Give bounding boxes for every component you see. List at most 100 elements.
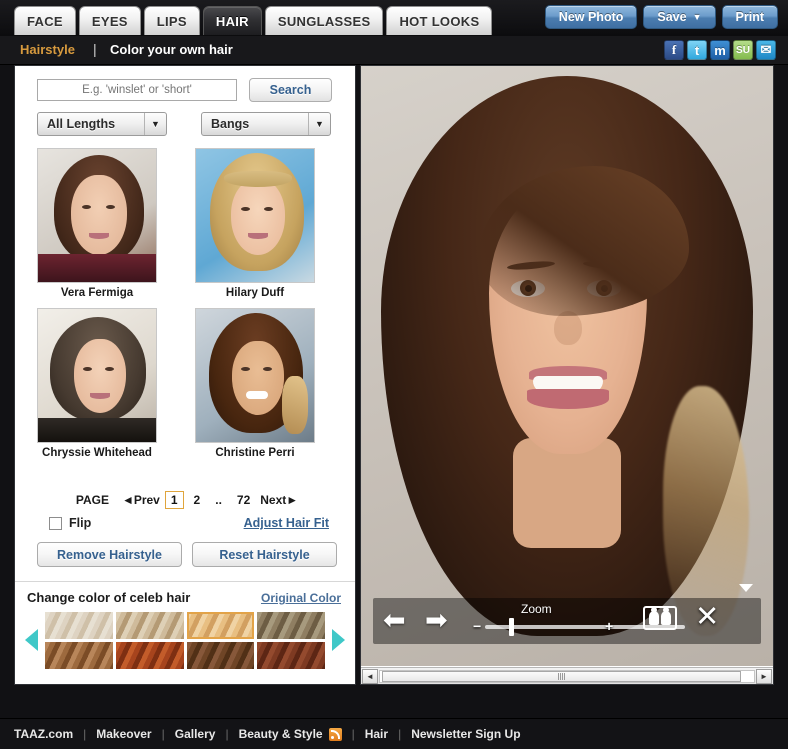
footer-separator: |	[351, 727, 355, 741]
search-button[interactable]: Search	[249, 78, 332, 102]
swatch-prev-arrow-icon[interactable]	[25, 629, 38, 651]
scroll-left-button[interactable]: ◄	[362, 668, 378, 684]
pagination-prev[interactable]: ◄Prev	[122, 493, 160, 507]
new-photo-button[interactable]: New Photo	[544, 5, 638, 29]
adjust-hair-fit-link[interactable]: Adjust Hair Fit	[244, 516, 329, 530]
rss-icon[interactable]	[328, 727, 342, 741]
facebook-glyph: f	[671, 42, 677, 57]
footer-link-newsletter[interactable]: Newsletter Sign Up	[411, 727, 520, 741]
hairstyle-action-buttons: Remove Hairstyle Reset Hairstyle	[37, 542, 337, 567]
tab-hot-looks-label: HOT LOOKS	[399, 13, 480, 29]
length-filter-label: All Lengths	[47, 117, 116, 131]
hair-color-heading: Change color of celeb hair	[27, 590, 191, 605]
chevron-down-icon: ▼	[144, 113, 166, 135]
myspace-glyph: m	[714, 42, 726, 58]
thumbnail-caption: Vera Fermiga	[60, 287, 134, 299]
original-color-link[interactable]: Original Color	[261, 591, 341, 605]
length-filter-dropdown[interactable]: All Lengths ▼	[37, 112, 167, 136]
scrollbar-thumb[interactable]	[382, 670, 742, 682]
thumbnail-caption: Christine Perri	[215, 447, 295, 459]
color-swatch-platinum-blonde[interactable]	[45, 612, 113, 639]
twitter-icon[interactable]: t	[687, 40, 707, 60]
tab-lips[interactable]: LIPS	[143, 6, 200, 35]
facebook-icon[interactable]: f	[664, 40, 684, 60]
color-swatch-medium-brown[interactable]	[186, 642, 255, 669]
footer-link-beauty-style[interactable]: Beauty & Style	[239, 727, 323, 741]
zoom-out-icon[interactable]: −	[473, 618, 481, 634]
tab-hair[interactable]: HAIR	[202, 6, 262, 35]
pagination-page-72[interactable]: 72	[232, 492, 255, 508]
category-tabs: FACE EYES LIPS HAIR SUNGLASSES HOT LOOKS	[14, 6, 495, 35]
model-photo[interactable]: ⬅ ➡ Zoom − + ✕	[361, 66, 773, 666]
scroll-right-button[interactable]: ►	[756, 668, 772, 684]
footer-link-makeover[interactable]: Makeover	[96, 727, 151, 741]
tab-sunglasses[interactable]: SUNGLASSES	[264, 6, 384, 35]
sub-navigation: Hairstyle | Color your own hair f t m SU…	[0, 36, 788, 65]
myspace-icon[interactable]: m	[710, 40, 730, 60]
stumbleupon-glyph: SU	[736, 44, 750, 56]
stumbleupon-icon[interactable]: SU	[733, 40, 753, 60]
color-swatch-dark-blonde[interactable]	[257, 612, 325, 639]
footer-separator: |	[83, 727, 87, 741]
footer-link-taaz[interactable]: TAAZ.com	[14, 727, 73, 741]
app-root: FACE EYES LIPS HAIR SUNGLASSES HOT LOOKS…	[0, 0, 788, 749]
thumbnail-row: Vera Fermiga Hilary Duff	[37, 148, 327, 299]
tab-face[interactable]: FACE	[14, 6, 76, 35]
breadcrumb-hairstyle[interactable]: Hairstyle	[20, 42, 75, 57]
email-glyph: ✉	[760, 42, 772, 57]
remove-hairstyle-button[interactable]: Remove Hairstyle	[37, 542, 182, 567]
photo-preview-panel: ⬅ ➡ Zoom − + ✕ ◄ ►	[360, 65, 774, 685]
chevron-down-icon: ▼	[308, 113, 330, 135]
flip-row: Flip Adjust Hair Fit	[37, 516, 337, 536]
previous-arrow-icon[interactable]: ⬅	[383, 607, 406, 634]
thumbnail-item[interactable]: Vera Fermiga	[37, 148, 157, 299]
reset-hairstyle-button[interactable]: Reset Hairstyle	[192, 542, 337, 567]
thumbnail-image	[37, 148, 157, 283]
color-swatch-dark-auburn[interactable]	[257, 642, 325, 669]
zoom-slider-handle[interactable]	[509, 618, 514, 636]
compare-faces-icon[interactable]	[643, 606, 677, 630]
pagination-ellipsis: ..	[215, 493, 222, 507]
page-title: Color your own hair	[110, 42, 233, 57]
footer-link-gallery[interactable]: Gallery	[175, 727, 216, 741]
email-icon[interactable]: ✉	[756, 40, 776, 60]
flip-checkbox[interactable]	[49, 517, 62, 530]
tab-hair-label: HAIR	[215, 13, 249, 29]
print-button[interactable]: Print	[721, 5, 778, 29]
photo-horizontal-scrollbar[interactable]: ◄ ►	[361, 667, 773, 684]
filter-row: All Lengths ▼ Bangs ▼	[37, 112, 337, 136]
save-button[interactable]: Save ▼	[643, 5, 716, 29]
thumbnail-row: Chryssie Whitehead Christine Perri	[37, 308, 327, 459]
hair-color-swatches	[45, 612, 325, 672]
main-content: Search All Lengths ▼ Bangs ▼	[0, 65, 788, 718]
print-label: Print	[735, 10, 764, 24]
scrollbar-track[interactable]	[379, 669, 755, 683]
twitter-glyph: t	[694, 42, 700, 58]
bangs-filter-label: Bangs	[211, 117, 250, 131]
tab-eyes[interactable]: EYES	[78, 6, 141, 35]
zoom-in-icon[interactable]: +	[605, 618, 613, 634]
footer-link-hair[interactable]: Hair	[365, 727, 388, 741]
close-icon[interactable]: ✕	[695, 602, 719, 632]
thumbnail-item[interactable]: Hilary Duff	[195, 148, 315, 299]
thumbnail-item[interactable]: Chryssie Whitehead	[37, 308, 157, 459]
color-swatch-light-ash-blonde[interactable]	[115, 612, 184, 639]
pagination-next[interactable]: Next►	[260, 493, 298, 507]
swatch-next-arrow-icon[interactable]	[332, 629, 345, 651]
bangs-filter-dropdown[interactable]: Bangs ▼	[201, 112, 331, 136]
search-input[interactable]	[37, 79, 237, 101]
thumbnail-image	[195, 308, 315, 443]
chevron-down-icon: ▼	[692, 11, 702, 22]
color-swatch-golden-blonde[interactable]	[186, 612, 255, 639]
tab-hot-looks[interactable]: HOT LOOKS	[386, 6, 493, 35]
pagination-page-2[interactable]: 2	[189, 492, 206, 508]
next-arrow-icon[interactable]: ➡	[425, 607, 448, 634]
color-swatch-copper-red[interactable]	[115, 642, 184, 669]
hair-color-section: Change color of celeb hair Original Colo…	[15, 581, 355, 684]
pagination-page-1[interactable]: 1	[164, 491, 184, 509]
color-swatch-light-auburn[interactable]	[45, 642, 113, 669]
tab-sunglasses-label: SUNGLASSES	[277, 13, 371, 29]
collapse-toolbar-icon[interactable]	[739, 584, 753, 592]
new-photo-label: New Photo	[558, 10, 624, 24]
thumbnail-item[interactable]: Christine Perri	[195, 308, 315, 459]
